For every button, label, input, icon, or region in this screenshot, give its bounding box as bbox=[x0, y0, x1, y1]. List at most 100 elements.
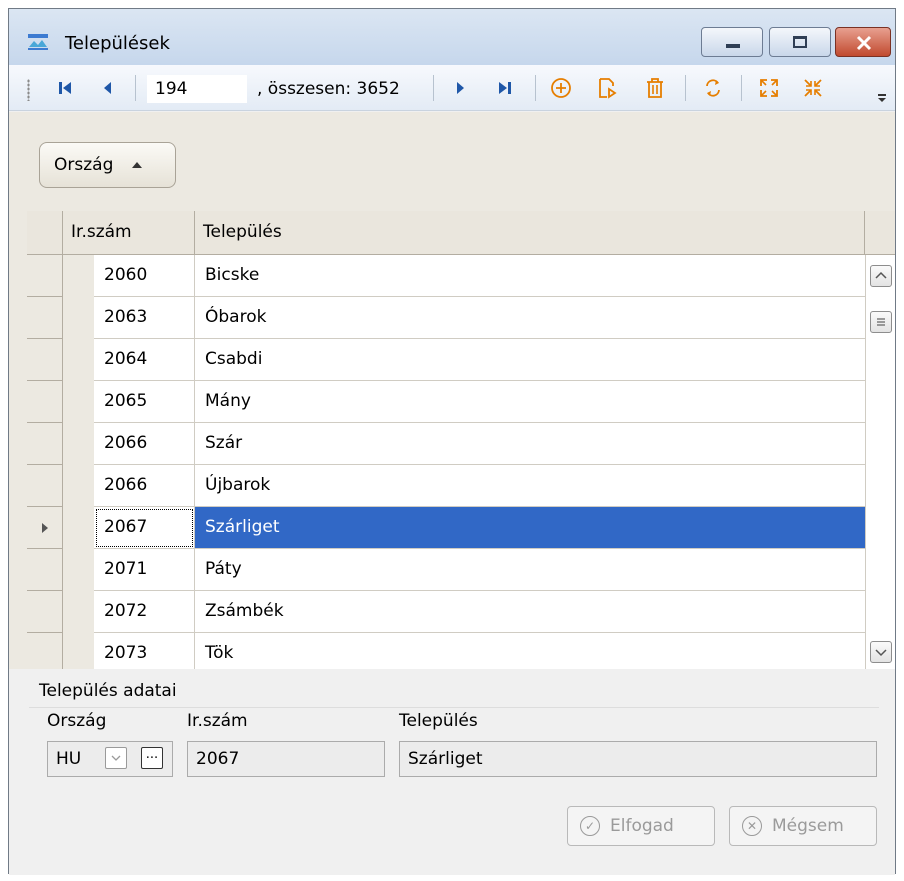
row-header[interactable] bbox=[27, 549, 63, 591]
cancel-button[interactable]: ✕ Mégsem bbox=[729, 806, 877, 846]
cell-zip[interactable]: 2066 bbox=[94, 465, 195, 507]
settlement-field[interactable]: Szárliget bbox=[399, 741, 877, 777]
chevron-up-icon bbox=[875, 271, 887, 279]
chevron-down-icon bbox=[111, 755, 121, 761]
delete-record-button[interactable] bbox=[641, 75, 669, 101]
header-corner bbox=[27, 211, 63, 255]
toolbar-overflow-button[interactable] bbox=[875, 85, 889, 111]
maximize-icon bbox=[793, 36, 807, 48]
next-icon bbox=[457, 82, 464, 94]
cell-settlement[interactable]: Szár bbox=[195, 423, 865, 465]
table-row[interactable]: 2066 Újbarok bbox=[27, 465, 865, 507]
table-row[interactable]: 2072 Zsámbék bbox=[27, 591, 865, 633]
record-position-input[interactable] bbox=[147, 75, 247, 103]
cell-zip[interactable]: 2060 bbox=[94, 255, 195, 297]
toolbar-separator bbox=[535, 75, 536, 101]
cell-settlement[interactable]: Újbarok bbox=[195, 465, 865, 507]
next-record-button[interactable] bbox=[449, 75, 473, 101]
minimize-button[interactable] bbox=[701, 27, 763, 57]
cell-zip[interactable]: 2063 bbox=[94, 297, 195, 339]
cell-settlement[interactable]: Bicske bbox=[195, 255, 865, 297]
settlements-grid: Ir.szám Település 2060 Bicske 2063 Óbarok 20… bbox=[27, 211, 895, 675]
toolbar-separator bbox=[135, 75, 136, 101]
edit-record-button[interactable] bbox=[593, 75, 621, 101]
row-header[interactable] bbox=[27, 507, 63, 549]
last-icon bbox=[499, 82, 511, 94]
cell-zip[interactable]: 2066 bbox=[94, 423, 195, 465]
cell-settlement[interactable]: Mány bbox=[195, 381, 865, 423]
table-row[interactable]: 2064 Csabdi bbox=[27, 339, 865, 381]
cell-settlement[interactable]: Páty bbox=[195, 549, 865, 591]
first-record-button[interactable] bbox=[53, 75, 77, 101]
vertical-scrollbar[interactable] bbox=[865, 255, 895, 669]
grid-panel: Ország Ir.szám Település 2060 Bicske 2063 Ó… bbox=[9, 112, 895, 675]
settlement-label: Település bbox=[399, 711, 478, 731]
toolbar-separator bbox=[433, 75, 434, 101]
accept-button[interactable]: ✓ Elfogad bbox=[567, 806, 715, 846]
country-lookup-button[interactable]: ··· bbox=[141, 747, 163, 769]
country-label: Ország bbox=[47, 711, 107, 731]
table-row[interactable]: 2066 Szár bbox=[27, 423, 865, 465]
header-scroll-corner bbox=[865, 211, 895, 255]
cell-zip[interactable]: 2072 bbox=[94, 591, 195, 633]
row-header[interactable] bbox=[27, 591, 63, 633]
country-value: HU bbox=[56, 749, 82, 769]
group-indent bbox=[63, 465, 94, 507]
refresh-button[interactable] bbox=[699, 75, 727, 101]
row-header[interactable] bbox=[27, 297, 63, 339]
table-row[interactable]: 2071 Páty bbox=[27, 549, 865, 591]
add-record-button[interactable] bbox=[547, 75, 575, 101]
zip-value: 2067 bbox=[196, 749, 240, 769]
delete-icon bbox=[647, 78, 663, 98]
group-indent bbox=[63, 255, 94, 297]
table-row[interactable]: 2065 Mány bbox=[27, 381, 865, 423]
cell-settlement[interactable]: Zsámbék bbox=[195, 591, 865, 633]
x-circle-icon: ✕ bbox=[742, 816, 762, 836]
scroll-up-button[interactable] bbox=[870, 265, 892, 287]
row-header[interactable] bbox=[27, 381, 63, 423]
cell-settlement[interactable]: Csabdi bbox=[195, 339, 865, 381]
cell-settlement[interactable]: Szárliget bbox=[195, 507, 865, 549]
accept-label: Elfogad bbox=[610, 816, 674, 836]
table-row[interactable]: 2060 Bicske bbox=[27, 255, 865, 297]
grid-header: Ir.szám Település bbox=[27, 211, 895, 255]
zip-label: Ir.szám bbox=[187, 711, 248, 731]
toolbar-grip[interactable] bbox=[27, 79, 30, 101]
group-by-country-button[interactable]: Ország bbox=[39, 142, 176, 188]
table-row[interactable]: 2063 Óbarok bbox=[27, 297, 865, 339]
current-row-indicator-icon bbox=[42, 523, 48, 533]
expand-icon bbox=[760, 79, 778, 97]
navigator-toolbar: , összesen: 3652 bbox=[9, 65, 895, 111]
column-header-zip[interactable]: Ir.szám bbox=[63, 211, 195, 255]
edit-icon bbox=[599, 78, 617, 99]
scroll-down-button[interactable] bbox=[870, 641, 892, 663]
window-title: Települések bbox=[65, 33, 170, 54]
cell-zip[interactable]: 2064 bbox=[94, 339, 195, 381]
row-header[interactable] bbox=[27, 423, 63, 465]
chevron-down-icon bbox=[875, 649, 887, 657]
close-button[interactable] bbox=[835, 27, 891, 57]
cell-zip[interactable]: 2067 bbox=[94, 507, 195, 549]
last-record-button[interactable] bbox=[493, 75, 517, 101]
cell-settlement[interactable]: Óbarok bbox=[195, 297, 865, 339]
collapse-button[interactable] bbox=[799, 75, 827, 101]
row-header[interactable] bbox=[27, 339, 63, 381]
group-indent bbox=[63, 549, 94, 591]
expand-button[interactable] bbox=[755, 75, 783, 101]
ellipsis-icon: ··· bbox=[145, 750, 159, 766]
cell-zip[interactable]: 2071 bbox=[94, 549, 195, 591]
minimize-icon bbox=[726, 44, 740, 48]
cell-zip[interactable]: 2065 bbox=[94, 381, 195, 423]
scroll-thumb[interactable] bbox=[870, 311, 892, 333]
app-icon bbox=[28, 34, 48, 50]
maximize-button[interactable] bbox=[769, 27, 831, 57]
details-divider bbox=[29, 707, 879, 708]
window: Települések , összesen: 3652 bbox=[8, 8, 896, 875]
row-header[interactable] bbox=[27, 255, 63, 297]
table-row[interactable]: 2067 Szárliget bbox=[27, 507, 865, 549]
zip-field[interactable]: 2067 bbox=[187, 741, 385, 777]
row-header[interactable] bbox=[27, 465, 63, 507]
country-dropdown-button[interactable] bbox=[105, 747, 127, 769]
prev-record-button[interactable] bbox=[95, 75, 119, 101]
column-header-settlement[interactable]: Település bbox=[195, 211, 865, 255]
